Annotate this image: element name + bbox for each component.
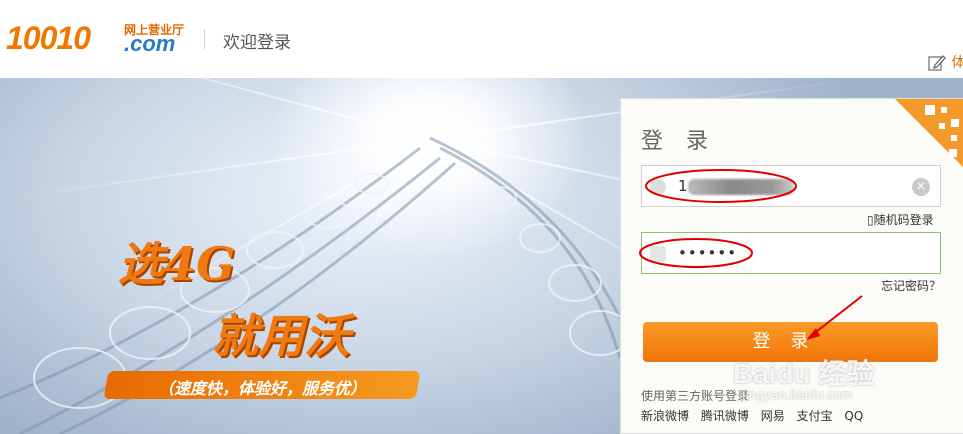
third-party-netease[interactable]: 网易 [761,409,785,423]
forgot-password-link[interactable]: 忘记密码？ [881,277,941,294]
phone-icon: ▯ [867,213,874,227]
third-party-qq[interactable]: QQ [844,409,863,423]
login-title: 登 录 [641,129,716,154]
third-party-alipay[interactable]: 支付宝 [797,409,833,423]
slogan-sub: （速度快，体验好，服务优） [157,379,366,398]
password-field[interactable]: •••••• [641,232,941,274]
clear-icon[interactable]: × [912,178,930,196]
third-party-list: 新浪微博 腾讯微博 网易 支付宝 QQ [641,407,871,424]
baidu-watermark-url: jingyan.baidu.com [742,388,853,402]
third-party-weibo[interactable]: 新浪微博 [641,409,689,423]
feedback-link[interactable]: 体 [927,52,963,73]
random-code-login-link[interactable]: ▯随机码登录 [867,211,934,228]
welcome-text: 欢迎登录 [223,33,291,53]
page-header: 10010 网上营业厅 .com 欢迎登录 体 [0,0,963,78]
username-value: 1 [678,177,689,195]
user-icon [650,179,666,195]
baidu-watermark: Baidu 经验 [733,358,875,389]
third-party-tencent-weibo[interactable]: 腾讯微博 [701,409,749,423]
slogan-line-1: 选4G [118,237,236,291]
edit-icon [928,55,946,71]
header-divider [204,29,205,49]
lock-icon [650,246,666,262]
feedback-label: 体 [951,55,963,71]
qr-code-corner-icon[interactable] [895,99,963,167]
username-redaction [688,179,794,195]
username-field[interactable]: 1 × [641,165,941,207]
password-value: •••••• [678,244,738,262]
logo-number: 10010 [6,20,91,56]
slogan-line-2: 就用沃 [212,309,350,363]
random-code-label: 随机码登录 [873,213,934,227]
logo-com-text: .com [124,31,176,56]
